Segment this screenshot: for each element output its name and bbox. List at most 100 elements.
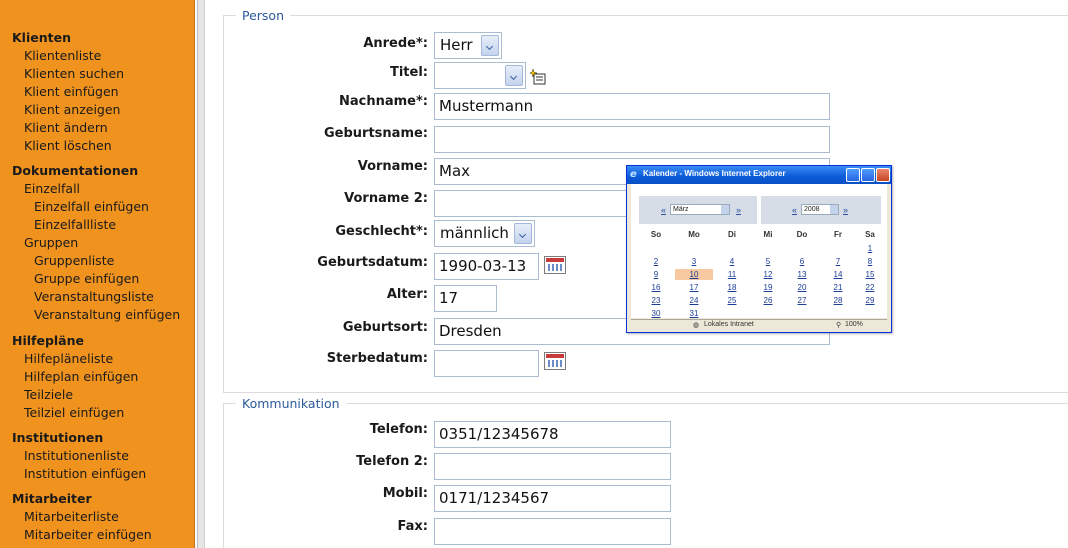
nav-item-klient-aendern[interactable]: Klient ändern bbox=[24, 120, 108, 136]
day-link[interactable]: 18 bbox=[713, 282, 751, 293]
telefon-label: Telefon: bbox=[369, 422, 428, 437]
globe-icon: ◍ bbox=[693, 322, 700, 329]
telefon-input[interactable]: 0351/12345678 bbox=[434, 421, 671, 448]
nav-group-mitarbeiter: Mitarbeiter bbox=[12, 491, 92, 506]
status-zone: Lokales Intranet bbox=[704, 321, 754, 328]
geburtsort-label: Geburtsort: bbox=[342, 320, 428, 335]
prev-year-link[interactable]: « bbox=[792, 205, 797, 215]
day-link[interactable]: 31 bbox=[675, 308, 713, 319]
minimize-icon[interactable] bbox=[846, 168, 860, 182]
weekday-label: Do bbox=[796, 230, 808, 239]
sterbedatum-input[interactable] bbox=[434, 350, 539, 377]
mobil-input[interactable]: 0171/1234567 bbox=[434, 485, 671, 512]
day-link[interactable]: 13 bbox=[783, 269, 821, 280]
day-link[interactable]: 20 bbox=[783, 282, 821, 293]
day-link[interactable]: 25 bbox=[713, 295, 751, 306]
day-link[interactable]: 8 bbox=[851, 256, 889, 267]
day-link[interactable]: 1 bbox=[851, 243, 889, 254]
nav-item-gruppenliste[interactable]: Gruppenliste bbox=[34, 253, 114, 269]
nav-item-mitarbeiterliste[interactable]: Mitarbeiterliste bbox=[24, 509, 119, 525]
fax-input[interactable] bbox=[434, 518, 671, 545]
zoom-icon[interactable]: ⚲ bbox=[836, 321, 841, 329]
nav-item-klient-einfuegen[interactable]: Klient einfügen bbox=[24, 84, 119, 100]
maximize-icon[interactable] bbox=[861, 168, 875, 182]
nav-item-veranstaltung-einfuegen[interactable]: Veranstaltung einfügen bbox=[34, 307, 180, 323]
day-link[interactable]: 23 bbox=[637, 295, 675, 306]
nav-item-teilziel-einfuegen[interactable]: Teilziel einfügen bbox=[24, 405, 124, 421]
nachname-input[interactable]: Mustermann bbox=[434, 93, 830, 120]
geschlecht-select[interactable]: männlich bbox=[434, 220, 535, 247]
calendar-icon[interactable] bbox=[544, 256, 566, 274]
calendar-body: « März » « 2008 » So Mo Di Mi Do Fr Sa 1234567… bbox=[631, 184, 887, 318]
prev-month-link[interactable]: « bbox=[661, 205, 666, 215]
nav-item-klient-anzeigen[interactable]: Klient anzeigen bbox=[24, 102, 120, 118]
zoom-level[interactable]: 100% bbox=[845, 321, 863, 328]
vorname2-label: Vorname 2: bbox=[344, 191, 428, 206]
day-link[interactable]: 17 bbox=[675, 282, 713, 293]
popup-titlebar[interactable]: e Kalender - Windows Internet Explorer bbox=[627, 166, 891, 184]
day-link[interactable]: 12 bbox=[749, 269, 787, 280]
nav-item-einzelfall-einfuegen[interactable]: Einzelfall einfügen bbox=[34, 199, 149, 215]
calendar-popup-window: e Kalender - Windows Internet Explorer «… bbox=[626, 165, 892, 333]
nav-item-hilfeplaeneliste[interactable]: Hilfepläneliste bbox=[24, 351, 113, 367]
day-link[interactable]: 26 bbox=[749, 295, 787, 306]
nav-item-einzelfall[interactable]: Einzelfall bbox=[24, 181, 80, 197]
anrede-select[interactable]: Herr bbox=[434, 32, 502, 59]
ie-logo-icon: e bbox=[630, 169, 637, 180]
day-link[interactable]: 4 bbox=[713, 256, 751, 267]
day-link[interactable]: 22 bbox=[851, 282, 889, 293]
day-link[interactable]: 27 bbox=[783, 295, 821, 306]
titel-select[interactable] bbox=[434, 62, 526, 89]
year-select[interactable]: 2008 bbox=[801, 204, 839, 215]
next-year-link[interactable]: » bbox=[843, 205, 848, 215]
alter-input[interactable]: 17 bbox=[434, 285, 497, 312]
day-link[interactable]: 6 bbox=[783, 256, 821, 267]
day-link[interactable]: 11 bbox=[713, 269, 751, 280]
fax-label: Fax: bbox=[397, 519, 428, 534]
day-link[interactable]: 3 bbox=[675, 256, 713, 267]
month-select[interactable]: März bbox=[670, 204, 730, 215]
day-link[interactable]: 30 bbox=[637, 308, 675, 319]
vorname-label: Vorname: bbox=[357, 159, 428, 174]
day-link[interactable]: 16 bbox=[637, 282, 675, 293]
day-link[interactable]: 9 bbox=[637, 269, 675, 280]
nav-item-gruppe-einfuegen[interactable]: Gruppe einfügen bbox=[34, 271, 139, 287]
nav-item-teilziele[interactable]: Teilziele bbox=[24, 387, 73, 403]
nav-item-gruppen[interactable]: Gruppen bbox=[24, 235, 78, 251]
nav-group-hilfeplaene: Hilfepläne bbox=[12, 333, 84, 348]
nav-item-klienten-suchen[interactable]: Klienten suchen bbox=[24, 66, 124, 82]
day-link[interactable]: 29 bbox=[851, 295, 889, 306]
chevron-down-icon bbox=[505, 65, 523, 86]
day-link[interactable]: 15 bbox=[851, 269, 889, 280]
titel-label: Titel: bbox=[389, 65, 428, 80]
day-link[interactable]: 24 bbox=[675, 295, 713, 306]
selected-day-link[interactable]: 10 bbox=[675, 269, 713, 280]
nav-item-mitarbeiter-einfuegen[interactable]: Mitarbeiter einfügen bbox=[24, 527, 152, 543]
nav-item-hilfeplan-einfuegen[interactable]: Hilfeplan einfügen bbox=[24, 369, 138, 385]
kommunikation-legend: Kommunikation bbox=[236, 396, 346, 412]
day-link[interactable]: 2 bbox=[637, 256, 675, 267]
geburtsdatum-label: Geburtsdatum: bbox=[317, 255, 428, 270]
sterbedatum-label: Sterbedatum: bbox=[326, 351, 428, 366]
calendar-icon[interactable] bbox=[544, 352, 566, 370]
geburtsname-label: Geburtsname: bbox=[324, 126, 428, 141]
chevron-down-icon bbox=[481, 35, 499, 56]
nav-item-veranstaltungsliste[interactable]: Veranstaltungsliste bbox=[34, 289, 154, 305]
nav-item-klient-loeschen[interactable]: Klient löschen bbox=[24, 138, 112, 154]
day-link[interactable]: 19 bbox=[749, 282, 787, 293]
popup-statusbar: ◍ Lokales Intranet ⚲ 100% bbox=[631, 319, 887, 331]
nav-item-klientenliste[interactable]: Klientenliste bbox=[24, 48, 101, 64]
geschlecht-value: männlich bbox=[440, 224, 509, 242]
geschlecht-label: Geschlecht*: bbox=[335, 224, 428, 239]
nav-item-einzelfallliste[interactable]: Einzelfallliste bbox=[34, 217, 116, 233]
geburtsdatum-input[interactable]: 1990-03-13 bbox=[434, 253, 539, 280]
next-month-link[interactable]: » bbox=[736, 205, 741, 215]
nav-item-institutionenliste[interactable]: Institutionenliste bbox=[24, 448, 129, 464]
close-icon[interactable] bbox=[876, 168, 890, 182]
geburtsname-input[interactable] bbox=[434, 126, 830, 153]
sidebar-splitter[interactable] bbox=[197, 0, 205, 548]
telefon2-input[interactable] bbox=[434, 453, 671, 480]
nav-item-institution-einfuegen[interactable]: Institution einfügen bbox=[24, 466, 146, 482]
add-title-icon[interactable] bbox=[529, 68, 548, 86]
day-link[interactable]: 5 bbox=[749, 256, 787, 267]
